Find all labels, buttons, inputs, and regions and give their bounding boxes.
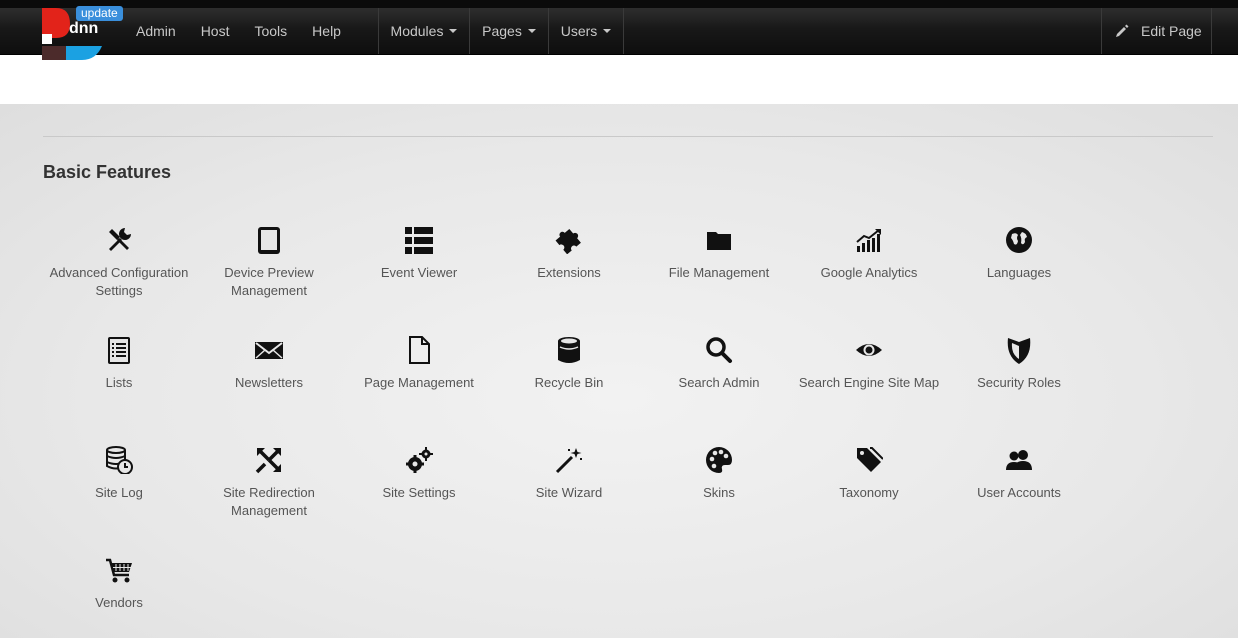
tags-icon xyxy=(857,447,883,472)
top-border xyxy=(0,0,1238,8)
feature-label: Search Admin xyxy=(678,375,760,390)
feature-label: Advanced Configuration Settings xyxy=(49,265,189,298)
document-list-icon xyxy=(108,337,130,364)
list-icon xyxy=(405,227,433,254)
update-badge[interactable]: update xyxy=(76,6,123,21)
database-clock-icon xyxy=(106,446,133,474)
main-menu: Admin Host Tools Help xyxy=(126,8,356,54)
feature-label: User Accounts xyxy=(977,485,1061,500)
gears-icon xyxy=(406,447,433,473)
feature-label: Event Viewer xyxy=(380,265,458,280)
palette-icon xyxy=(706,447,732,473)
feature-label: Extensions xyxy=(537,265,601,280)
pencil-icon xyxy=(1116,24,1129,37)
cart-icon xyxy=(106,558,132,583)
feature-label: Site Log xyxy=(95,485,143,500)
feature-label: Vendors xyxy=(95,595,143,610)
menu-admin[interactable]: Admin xyxy=(126,8,186,54)
globe-icon xyxy=(1006,227,1032,253)
feature-label: File Management xyxy=(668,265,770,280)
magic-wand-icon xyxy=(555,448,582,474)
users-label: Users xyxy=(560,23,598,39)
feature-label: Lists xyxy=(105,375,133,390)
search-icon xyxy=(706,337,732,363)
dropdown-menus: Modules Pages Users xyxy=(378,8,624,54)
edit-page-label: Edit Page xyxy=(1141,23,1202,39)
feature-label: Site Settings xyxy=(382,485,456,500)
analytics-icon xyxy=(856,229,881,252)
menu-help[interactable]: Help xyxy=(302,8,351,54)
pages-label: Pages xyxy=(482,23,522,39)
caret-down-icon xyxy=(449,29,458,34)
menu-tools[interactable]: Tools xyxy=(244,8,297,54)
bin-icon xyxy=(558,337,580,363)
feature-label: Page Management xyxy=(364,375,474,390)
feature-label: Skins xyxy=(703,485,735,500)
tools-icon xyxy=(109,228,131,251)
redirect-arrows-icon xyxy=(255,448,281,474)
divider xyxy=(43,136,1213,137)
feature-label: Newsletters xyxy=(235,375,303,390)
page-icon xyxy=(409,336,430,364)
feature-label: Google Analytics xyxy=(820,265,918,280)
caret-down-icon xyxy=(527,29,536,34)
section-title: Basic Features xyxy=(43,162,172,182)
eye-icon xyxy=(856,344,882,356)
pages-dropdown[interactable]: Pages xyxy=(469,8,548,54)
feature-label: Languages xyxy=(986,265,1052,280)
feature-label: Security Roles xyxy=(977,375,1061,390)
menu-host[interactable]: Host xyxy=(191,8,240,54)
feature-label: Taxonomy xyxy=(839,485,899,500)
feature-label: Device Preview Management xyxy=(224,265,314,298)
feature-label: Site Redirection Management xyxy=(223,485,315,518)
feature-label: Site Wizard xyxy=(535,485,603,500)
users-dropdown[interactable]: Users xyxy=(548,8,624,54)
modules-dropdown[interactable]: Modules xyxy=(378,8,469,54)
folder-icon xyxy=(707,232,731,250)
users-icon xyxy=(1006,450,1032,470)
edit-page-button[interactable]: Edit Page xyxy=(1101,8,1212,54)
tablet-icon xyxy=(258,227,280,254)
svg-text:dnn: dnn xyxy=(69,20,98,37)
feature-label: Recycle Bin xyxy=(534,375,604,390)
shield-icon xyxy=(1007,338,1031,364)
caret-down-icon xyxy=(603,29,612,34)
modules-label: Modules xyxy=(390,23,444,39)
envelope-icon xyxy=(255,342,283,359)
puzzle-icon xyxy=(555,228,581,254)
feature-label: Search Engine Site Map xyxy=(798,375,940,390)
page-content: Basic Features Advanced Configuration Se… xyxy=(0,104,1238,638)
